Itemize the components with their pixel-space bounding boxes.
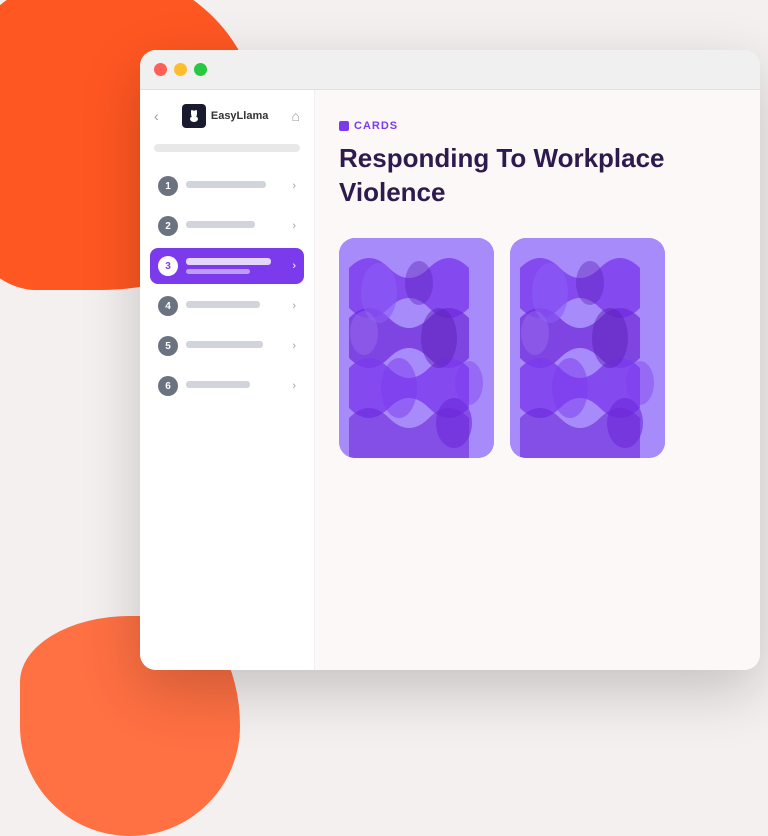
logo-text: EasyLlama (211, 110, 268, 122)
sidebar-home-button[interactable]: ⌂ (292, 108, 300, 124)
sidebar-item-1[interactable]: 1 › (150, 168, 304, 204)
app-content: ‹ EasyLlama ⌂ 1 (140, 90, 760, 670)
sidebar-item-6-label (186, 381, 250, 388)
llama-svg (186, 108, 202, 124)
sidebar-item-2-arrow: › (292, 220, 296, 232)
traffic-light-green[interactable] (194, 63, 207, 76)
browser-window: ‹ EasyLlama ⌂ 1 (140, 50, 760, 670)
sidebar-title-placeholder (154, 144, 300, 152)
sidebar-item-1-number: 1 (158, 176, 178, 196)
content-title: Responding To Workplace Violence (339, 142, 736, 210)
sidebar-back-button[interactable]: ‹ (154, 108, 159, 124)
sidebar-item-5-label (186, 341, 263, 348)
sidebar-item-4-number: 4 (158, 296, 178, 316)
sidebar-item-4-arrow: › (292, 300, 296, 312)
sidebar-logo: EasyLlama (182, 104, 268, 128)
sidebar-item-5-content (186, 341, 292, 352)
sidebar-header: ‹ EasyLlama ⌂ (150, 104, 304, 128)
traffic-light-red[interactable] (154, 63, 167, 76)
sidebar-item-2-content (186, 221, 292, 232)
sidebar-item-5-arrow: › (292, 340, 296, 352)
sidebar-item-2[interactable]: 2 › (150, 208, 304, 244)
sidebar-item-1-label (186, 181, 266, 188)
sidebar-item-3-label (186, 258, 271, 265)
cards-badge-icon (339, 121, 349, 131)
sidebar-item-6-number: 6 (158, 376, 178, 396)
traffic-lights (154, 63, 207, 76)
card-2-pattern (510, 238, 665, 458)
sidebar-item-1-content (186, 181, 292, 192)
sidebar-item-5[interactable]: 5 › (150, 328, 304, 364)
sidebar-item-4[interactable]: 4 › (150, 288, 304, 324)
sidebar-item-3[interactable]: 3 › (150, 248, 304, 284)
sidebar-item-5-number: 5 (158, 336, 178, 356)
traffic-light-yellow[interactable] (174, 63, 187, 76)
main-content: CARDS Responding To Workplace Violence (315, 90, 760, 670)
cards-badge-text: CARDS (354, 120, 398, 132)
title-bar (140, 50, 760, 90)
card-2[interactable] (510, 238, 665, 458)
sidebar-item-4-content (186, 301, 292, 312)
llama-icon (182, 104, 206, 128)
content-badge: CARDS (339, 120, 736, 132)
sidebar-item-3-number: 3 (158, 256, 178, 276)
sidebar-item-4-label (186, 301, 260, 308)
card-1-pattern (339, 238, 494, 458)
sidebar-item-3-content (186, 258, 292, 274)
sidebar-item-1-arrow: › (292, 180, 296, 192)
sidebar-item-2-label (186, 221, 255, 228)
sidebar-item-2-number: 2 (158, 216, 178, 236)
sidebar-item-3-sublabel (186, 269, 250, 274)
sidebar-item-3-arrow: › (292, 260, 296, 272)
sidebar: ‹ EasyLlama ⌂ 1 (140, 90, 315, 670)
card-1[interactable] (339, 238, 494, 458)
sidebar-item-6-content (186, 381, 292, 392)
sidebar-item-6-arrow: › (292, 380, 296, 392)
sidebar-item-6[interactable]: 6 › (150, 368, 304, 404)
cards-grid (339, 238, 736, 458)
